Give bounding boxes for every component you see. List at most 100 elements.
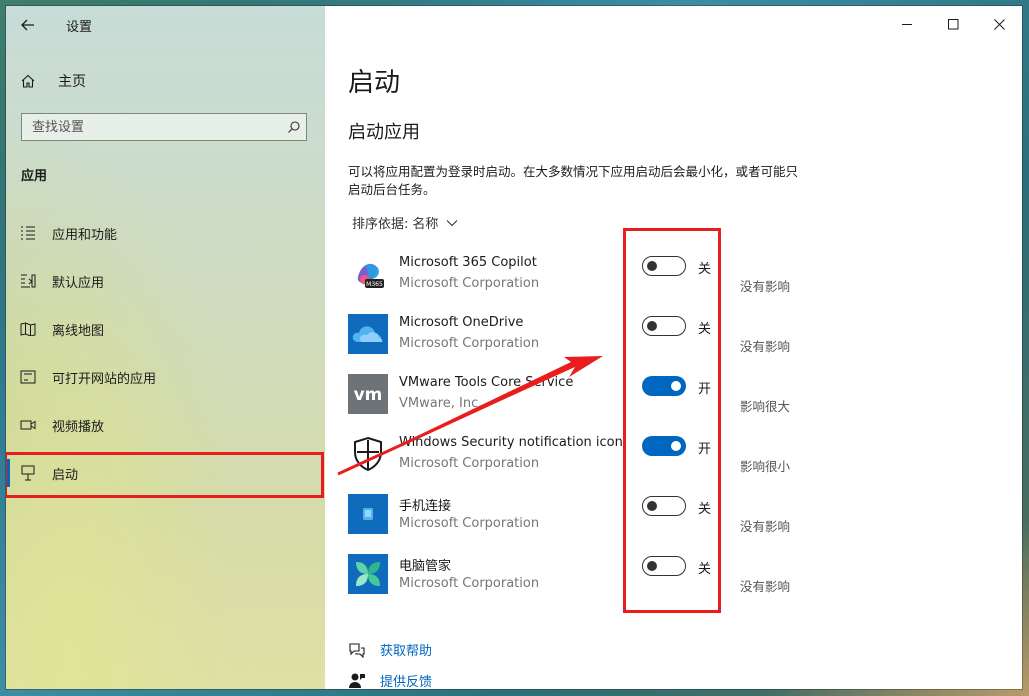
list-item: Microsoft OneDrive Microsoft Corporation… <box>348 312 808 372</box>
toggle-state-label: 关 <box>698 502 712 517</box>
app-name: Microsoft OneDrive <box>399 315 524 330</box>
chevron-down-icon <box>446 219 458 227</box>
phone-link-app-icon <box>348 494 388 534</box>
sidebar-nav: 应用和功能 默认应用 离线地图 可打开网站的应用 视频播放 启动 <box>6 209 325 497</box>
toggle-knob <box>671 381 681 391</box>
feedback-person-icon <box>348 672 368 690</box>
feedback-label: 提供反馈 <box>380 675 433 689</box>
window-controls <box>884 6 1022 42</box>
toggle-knob <box>647 321 657 331</box>
startup-impact: 没有影响 <box>740 279 791 294</box>
sidebar-item-label: 启动 <box>52 467 79 483</box>
toggle-state-label: 开 <box>698 382 712 397</box>
sidebar-item-startup[interactable]: 启动 <box>6 449 325 497</box>
startup-toggle[interactable] <box>642 376 686 396</box>
search-box <box>21 113 307 141</box>
section-subtitle: 启动应用 <box>348 122 420 143</box>
toggle-knob <box>647 561 657 571</box>
startup-impact: 没有影响 <box>740 579 791 594</box>
app-publisher: Microsoft Corporation <box>399 336 540 351</box>
default-apps-icon <box>20 274 36 288</box>
sidebar-item-video-playback[interactable]: 视频播放 <box>6 401 325 449</box>
sidebar-item-home[interactable]: 主页 <box>12 68 312 94</box>
vmware-app-icon: vm <box>348 374 388 414</box>
list-item: M365 Microsoft 365 Copilot Microsoft Cor… <box>348 252 808 312</box>
sidebar-item-label: 可打开网站的应用 <box>52 371 157 387</box>
page-title: 启动 <box>348 68 401 98</box>
toggle-state-label: 开 <box>698 442 712 457</box>
startup-toggle[interactable] <box>642 436 686 456</box>
title-bar-left: 设置 <box>6 6 325 42</box>
list-item: 手机连接 Microsoft Corporation 关 没有影响 <box>348 492 808 552</box>
home-label: 主页 <box>58 74 86 90</box>
active-indicator <box>6 459 10 487</box>
apps-features-icon <box>20 226 36 240</box>
startup-impact: 没有影响 <box>740 339 791 354</box>
startup-toggle[interactable] <box>642 496 686 516</box>
feedback-link[interactable]: 提供反馈 <box>348 665 432 689</box>
app-publisher: Microsoft Corporation <box>399 576 540 591</box>
startup-impact: 影响很大 <box>740 399 791 414</box>
search-icon[interactable] <box>282 120 306 134</box>
section-label-apps: 应用 <box>21 169 48 184</box>
sort-value: 名称 <box>412 217 439 232</box>
app-name: VMware Tools Core Service <box>399 375 574 390</box>
app-name: Windows Security notification icon <box>399 435 623 450</box>
get-help-link[interactable]: 获取帮助 <box>348 634 432 665</box>
toggle-state-label: 关 <box>698 562 712 577</box>
video-playback-icon <box>20 419 36 431</box>
list-item: vm VMware Tools Core Service VMware, Inc… <box>348 372 808 432</box>
offline-maps-icon <box>20 322 36 336</box>
sidebar-item-apps-for-websites[interactable]: 可打开网站的应用 <box>6 353 325 401</box>
toggle-knob <box>671 441 681 451</box>
startup-toggle[interactable] <box>642 256 686 276</box>
apps-for-websites-icon <box>20 370 36 384</box>
minimize-button[interactable] <box>884 6 930 42</box>
app-publisher: Microsoft Corporation <box>399 516 540 531</box>
onedrive-app-icon <box>348 314 388 354</box>
sort-dropdown[interactable]: 排序依据: 名称 <box>352 213 458 232</box>
startup-toggle[interactable] <box>642 316 686 336</box>
get-help-label: 获取帮助 <box>380 644 433 659</box>
main-content: 启动 启动应用 可以将应用配置为登录时启动。在大多数情况下应用启动后会最小化，或… <box>325 6 1022 689</box>
shield-icon <box>348 434 388 474</box>
startup-impact: 没有影响 <box>740 519 791 534</box>
search-input[interactable] <box>22 118 282 136</box>
toggle-state-label: 关 <box>698 322 712 337</box>
maximize-icon <box>947 18 958 29</box>
svg-text:vm: vm <box>354 385 383 404</box>
maximize-button[interactable] <box>930 6 976 42</box>
app-name: Microsoft 365 Copilot <box>399 255 537 270</box>
toggle-knob <box>647 261 657 271</box>
sidebar-item-default-apps[interactable]: 默认应用 <box>6 257 325 305</box>
app-name: 手机连接 <box>399 499 452 514</box>
pc-manager-app-icon <box>348 554 388 594</box>
home-icon <box>20 73 50 89</box>
sidebar-item-offline-maps[interactable]: 离线地图 <box>6 305 325 353</box>
close-button[interactable] <box>976 6 1022 42</box>
help-links: 获取帮助 提供反馈 <box>348 634 432 689</box>
sidebar-item-label: 应用和功能 <box>52 227 118 243</box>
sidebar-item-label: 默认应用 <box>52 275 105 291</box>
app-publisher: Microsoft Corporation <box>399 456 540 471</box>
help-chat-icon <box>348 642 368 658</box>
startup-toggle[interactable] <box>642 556 686 576</box>
window-title: 设置 <box>66 20 93 35</box>
svg-text:M365: M365 <box>366 281 383 288</box>
startup-impact: 影响很小 <box>740 459 791 474</box>
list-item: Windows Security notification icon Micro… <box>348 432 808 492</box>
back-button[interactable] <box>14 12 42 38</box>
copilot-app-icon: M365 <box>348 254 388 294</box>
arrow-left-icon <box>21 19 34 31</box>
toggle-knob <box>647 501 657 511</box>
sidebar-item-label: 视频播放 <box>52 419 105 435</box>
sidebar-item-label: 离线地图 <box>52 323 105 339</box>
settings-window: 设置 主页 应用 应用和功能 <box>6 6 1022 689</box>
sidebar: 设置 主页 应用 应用和功能 <box>6 6 325 689</box>
close-icon <box>993 18 1005 30</box>
minimize-icon <box>901 23 912 25</box>
toggle-state-label: 关 <box>698 262 712 277</box>
sidebar-item-apps-features[interactable]: 应用和功能 <box>6 209 325 257</box>
list-item: 电脑管家 Microsoft Corporation 关 没有影响 <box>348 552 808 612</box>
sort-label: 排序依据: <box>352 217 409 232</box>
